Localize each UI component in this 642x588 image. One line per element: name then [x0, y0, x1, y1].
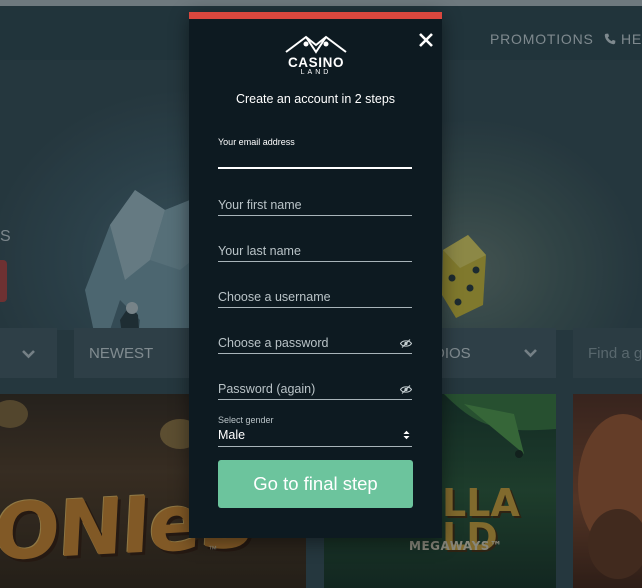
gender-value: Male [218, 428, 246, 442]
register-modal: CASINO LAND Create an account in 2 steps… [189, 12, 442, 538]
password-field[interactable]: Choose a password [218, 329, 412, 354]
casino-land-logo: CASINO LAND [283, 34, 349, 86]
username-underline [218, 307, 412, 308]
password-again-placeholder: Password (again) [218, 382, 316, 396]
last-name-placeholder: Your last name [218, 244, 301, 258]
eye-slash-icon[interactable] [400, 385, 412, 394]
go-to-final-step-button[interactable]: Go to final step [218, 460, 413, 508]
logo-mountains-icon [285, 35, 347, 54]
password-again-underline [218, 399, 412, 400]
close-icon[interactable] [418, 32, 434, 48]
password-placeholder: Choose a password [218, 336, 329, 350]
first-name-underline [218, 215, 412, 216]
username-field[interactable]: Choose a username [218, 283, 412, 308]
eye-slash-icon[interactable] [400, 339, 412, 348]
password-underline [218, 353, 412, 354]
logo-text-main: CASINO [287, 55, 345, 70]
last-name-field[interactable]: Your last name [218, 237, 412, 262]
email-field[interactable]: Your email address [218, 137, 412, 169]
password-again-field[interactable]: Password (again) [218, 375, 412, 400]
last-name-underline [218, 261, 412, 262]
gender-select[interactable]: Select gender Male [218, 414, 412, 447]
username-placeholder: Choose a username [218, 290, 331, 304]
first-name-field[interactable]: Your first name [218, 191, 412, 216]
gender-underline [218, 446, 412, 447]
email-underline [218, 167, 412, 169]
modal-subtitle: Create an account in 2 steps [235, 92, 396, 106]
email-label: Your email address [218, 137, 295, 147]
select-arrows-icon [403, 430, 410, 440]
gender-label: Select gender [218, 415, 274, 425]
first-name-placeholder: Your first name [218, 198, 302, 212]
logo-text-sub: LAND [300, 69, 332, 76]
